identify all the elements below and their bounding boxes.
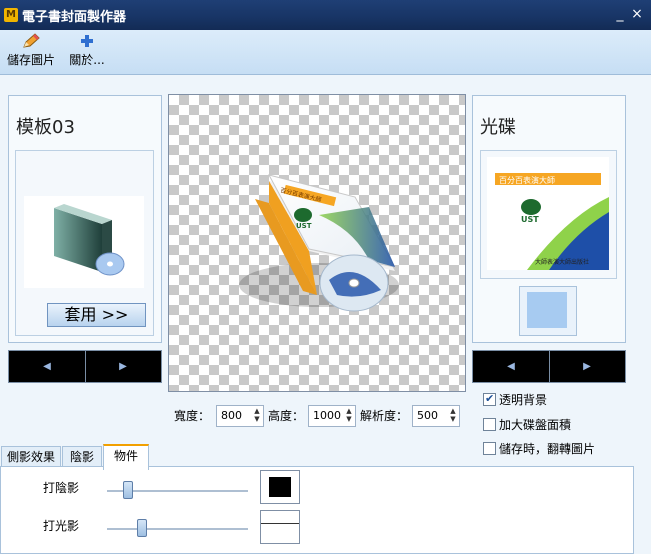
light-slider-track[interactable] [107,528,248,530]
flip-on-save-checkbox[interactable] [483,442,496,455]
width-input[interactable]: 800 ▲ ▼ [216,405,264,427]
light-color-swatch[interactable] [260,510,300,544]
enlarge-disc-checkbox[interactable] [483,418,496,431]
tab-object[interactable]: 物件 [103,444,149,470]
spin-arrows-icon[interactable]: ▲ ▼ [252,407,262,425]
dpi-label: 解析度： [360,409,409,423]
minimize-button[interactable]: _ [613,7,627,21]
height-input[interactable]: 1000 ▲ ▼ [308,405,356,427]
plus-icon [81,35,93,47]
ebook-box-render [239,174,399,312]
chevron-right-icon: ▶ [119,361,127,372]
height-label: 高度： [268,409,305,423]
flip-on-save-label: 儲存時，翻轉圖片 [499,442,596,456]
tab-content-panel [0,466,634,554]
spin-arrows-icon[interactable]: ▲ ▼ [344,407,354,425]
cover-logo-text: UST [296,222,312,230]
disc-color-swatch[interactable] [527,292,567,328]
template-preview[interactable] [24,196,144,288]
light-slider-thumb[interactable] [137,519,148,537]
disc-cover-image [495,173,609,270]
transparent-bg-label: 透明背景 [499,393,548,407]
chevron-right-icon: ▶ [583,361,591,372]
disc-logo-text: UST [521,215,539,224]
template-nav-bar: ◀ ▶ [8,350,162,383]
next-object-button[interactable]: ▶ [549,351,625,382]
disc-small-text: 大師表演大師出版社 [535,259,590,266]
template-name: 模板03 [16,117,75,138]
width-label: 寬度： [174,409,211,423]
width-value: 800 [221,409,242,422]
cover-preview-canvas[interactable]: 百分百表演大師 UST [168,94,466,392]
window-title: 電子書封面製作器 [22,10,127,25]
about-label: 關於... [69,53,105,67]
disc-preview[interactable]: 百分百表演大師 UST 大師表演大師出版社 [487,157,609,270]
transparent-bg-checkbox[interactable] [483,392,496,406]
object-name: 光碟 [480,117,516,138]
prev-object-button[interactable]: ◀ [473,351,550,382]
height-value: 1000 [313,409,341,422]
object-nav-bar: ◀ ▶ [472,350,626,383]
shadow-color-swatch[interactable] [260,470,300,504]
save-image-button[interactable]: 儲存圖片 [4,33,58,71]
about-button[interactable]: 關於... [64,33,110,71]
prev-template-button[interactable]: ◀ [9,351,86,382]
shadow-color-fill [269,477,291,497]
spin-arrows-icon[interactable]: ▲ ▼ [448,407,458,425]
template-thumbnail-image [54,204,125,276]
pencil-icon [23,33,40,48]
light-color-fill [261,511,299,524]
shadow-slider-label: 打陰影 [43,481,80,495]
chevron-left-icon: ◀ [43,361,51,372]
app-icon: M [4,8,18,22]
save-image-label: 儲存圖片 [6,53,55,67]
light-slider-label: 打光影 [43,519,80,533]
shadow-slider-thumb[interactable] [123,481,134,499]
apply-template-button[interactable]: 套用 >> [47,303,146,327]
disc-title-text: 百分百表演大師 [499,176,555,185]
chevron-left-icon: ◀ [507,361,515,372]
dpi-input[interactable]: 500 ▲ ▼ [412,405,460,427]
close-button[interactable]: × [630,7,644,21]
enlarge-disc-label: 加大碟盤面積 [499,418,572,432]
dpi-value: 500 [417,409,438,422]
next-template-button[interactable]: ▶ [85,351,161,382]
